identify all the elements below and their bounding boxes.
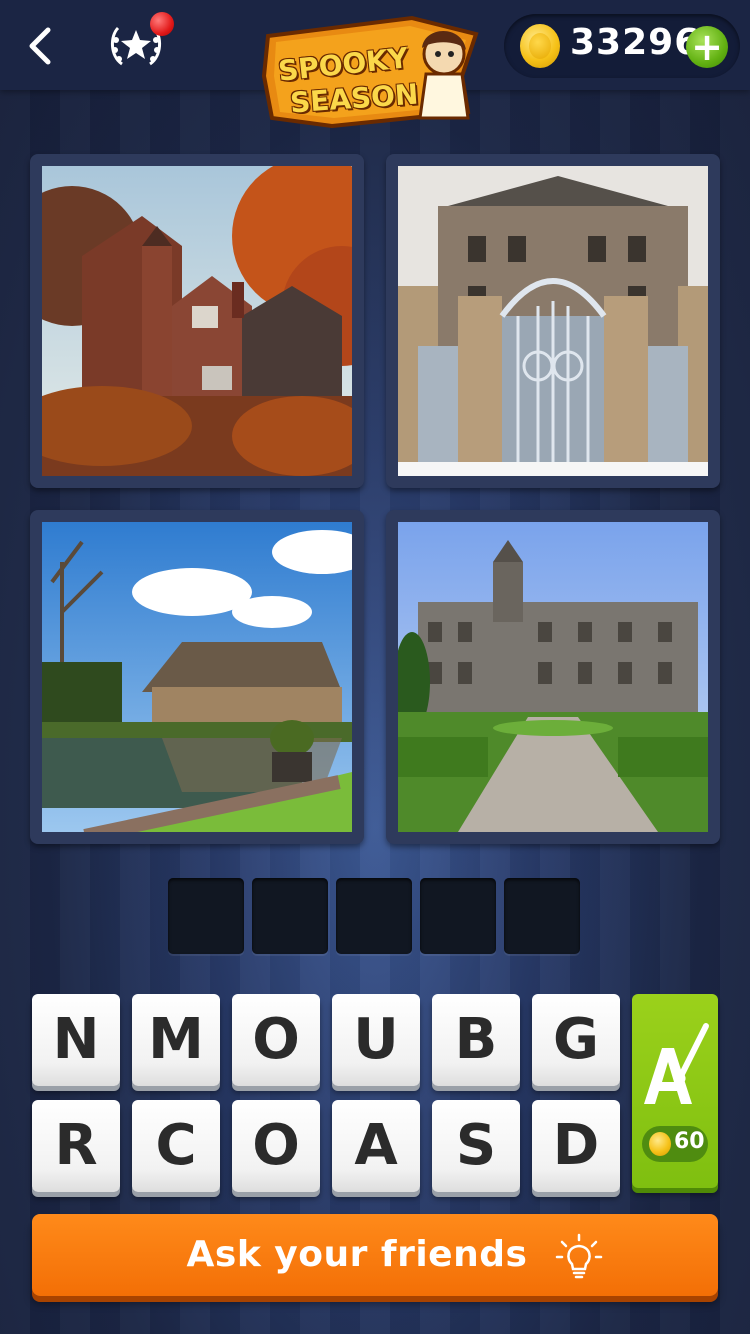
ask-friends-button[interactable]: Ask your friends [32, 1214, 718, 1296]
reveal-letter-hint-button[interactable]: 60 [632, 994, 718, 1188]
coin-icon [649, 1132, 671, 1156]
answer-slot[interactable] [252, 878, 328, 954]
coin-icon [520, 24, 560, 68]
stone-cottage-image [42, 522, 352, 832]
gothic-manor-image [398, 522, 708, 832]
puzzle-image-3[interactable] [30, 510, 364, 844]
puzzle-image-4[interactable] [386, 510, 720, 844]
coin-count: 33296 [570, 22, 701, 63]
answer-slot[interactable] [504, 878, 580, 954]
add-coins-button[interactable]: + [686, 26, 728, 68]
answer-slot[interactable] [336, 878, 412, 954]
letter-tile[interactable]: D [532, 1100, 620, 1192]
ornate-gate-image [398, 166, 708, 476]
letter-tile[interactable]: R [32, 1100, 120, 1192]
letter-tile[interactable]: O [232, 1100, 320, 1192]
autumn-manor-image [42, 166, 352, 476]
letter-tile[interactable]: A [332, 1100, 420, 1192]
paintbrush-letter-icon [644, 1023, 709, 1104]
back-arrow-icon[interactable] [22, 24, 62, 68]
letter-tile[interactable]: B [432, 994, 520, 1086]
letter-tile[interactable]: M [132, 994, 220, 1086]
letter-tile[interactable]: G [532, 994, 620, 1086]
letter-tile[interactable]: O [232, 994, 320, 1086]
puzzle-image-2[interactable] [386, 154, 720, 488]
notification-dot [150, 12, 174, 36]
spooky-season-logo: SPOOKY SEASON [262, 14, 484, 128]
letter-tile[interactable]: C [132, 1100, 220, 1192]
lightbulb-icon [555, 1233, 603, 1279]
letter-tile[interactable]: U [332, 994, 420, 1086]
letter-tile[interactable]: N [32, 994, 120, 1086]
letter-tile[interactable]: S [432, 1100, 520, 1192]
hint-cost: 60 [642, 1126, 708, 1162]
puzzle-image-1[interactable] [30, 154, 364, 488]
coin-balance[interactable]: 33296 + [504, 14, 740, 78]
hint-cost-value: 60 [674, 1129, 705, 1154]
answer-slot[interactable] [168, 878, 244, 954]
answer-slot[interactable] [420, 878, 496, 954]
